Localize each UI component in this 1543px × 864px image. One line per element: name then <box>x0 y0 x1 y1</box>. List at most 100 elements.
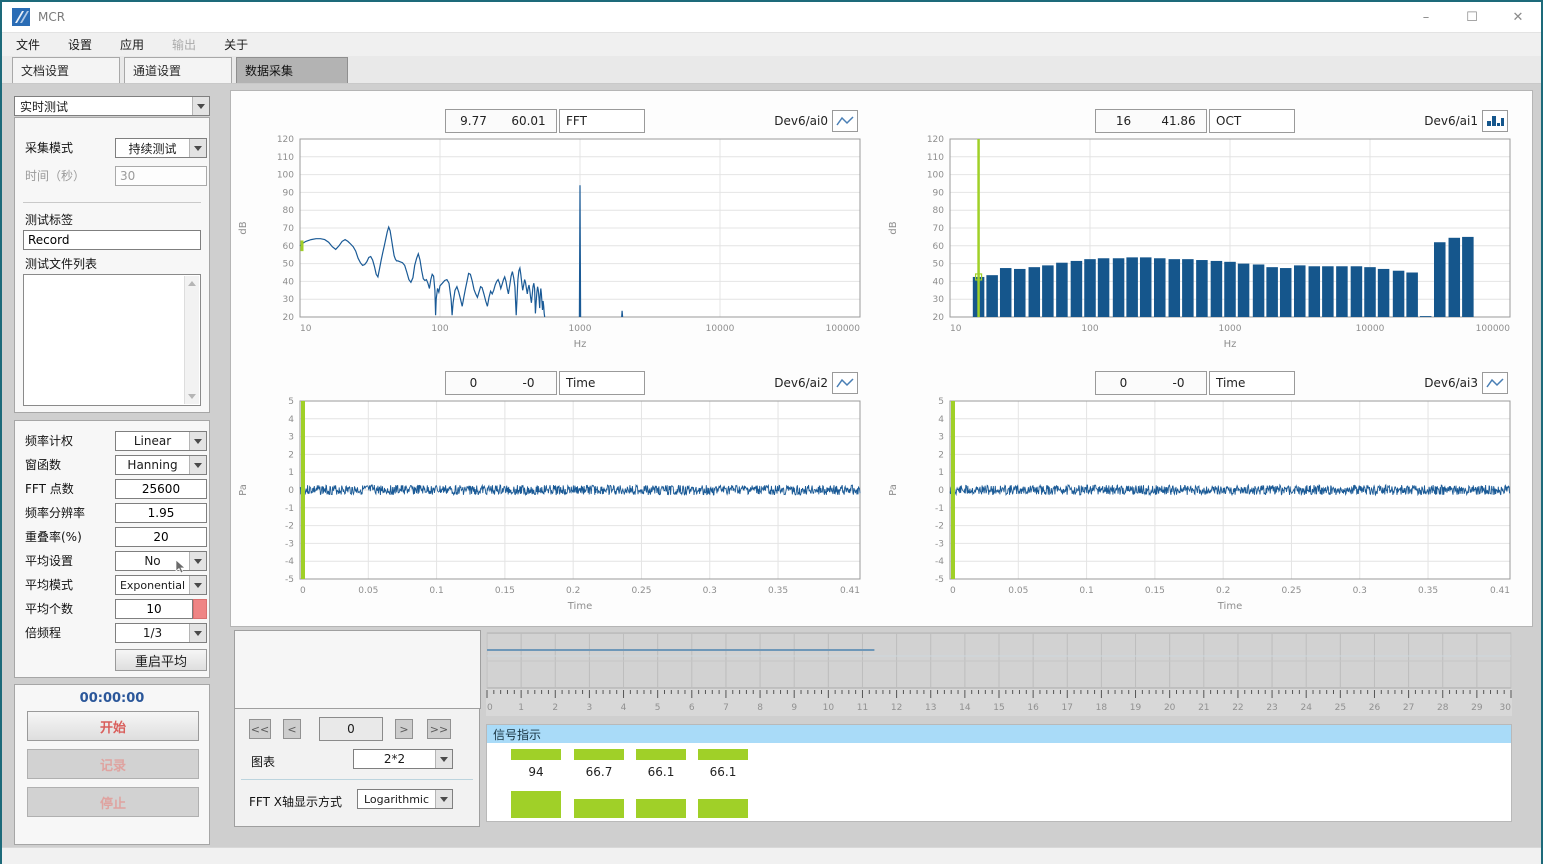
svg-text:0.3: 0.3 <box>1353 586 1367 596</box>
svg-text:-5: -5 <box>285 575 294 585</box>
svg-text:29: 29 <box>1471 703 1483 713</box>
svg-text:Pa: Pa <box>238 484 249 496</box>
tab-document-settings[interactable]: 文档设置 <box>12 57 120 83</box>
tab-channel-settings[interactable]: 通道设置 <box>124 57 232 83</box>
svg-text:0.3: 0.3 <box>703 586 717 596</box>
time-ai2-type-box[interactable]: Time <box>559 371 645 395</box>
avg-count-flag <box>193 599 207 619</box>
time-ai2-cursor-readout: 0 -0 <box>445 371 557 395</box>
line-chart-icon[interactable] <box>832 372 858 394</box>
nav-first-button[interactable]: << <box>249 719 271 739</box>
oct-type-box[interactable]: OCT <box>1209 109 1295 133</box>
signal-status-bar <box>636 799 686 818</box>
svg-text:100: 100 <box>927 171 944 181</box>
svg-text:20: 20 <box>283 313 295 323</box>
avg-count-label: 平均个数 <box>25 599 73 619</box>
avg-setting-select[interactable]: No <box>115 551 207 571</box>
oct-plot[interactable]: 2030405060708090100110120101001000100001… <box>882 135 1532 354</box>
svg-text:-2: -2 <box>935 522 944 532</box>
scroll-down-icon[interactable] <box>185 389 199 404</box>
freq-weighting-select[interactable]: Linear <box>115 431 207 451</box>
nav-last-button[interactable]: >> <box>427 719 451 739</box>
measure-mode-select[interactable]: 实时测试 <box>14 96 210 116</box>
chevron-down-icon <box>189 576 206 594</box>
file-list-label: 测试文件列表 <box>25 254 97 274</box>
nav-next-button[interactable]: > <box>395 719 413 739</box>
signal-panel-body: 94 66.7 66.1 66.1 <box>487 743 1511 822</box>
maximize-button[interactable]: ☐ <box>1449 2 1495 32</box>
time-seconds-input <box>115 166 207 186</box>
svg-text:30: 30 <box>1500 703 1512 713</box>
svg-text:100: 100 <box>1081 324 1098 334</box>
svg-text:Time: Time <box>567 601 592 612</box>
fft-plot[interactable]: 2030405060708090100110120101001000100001… <box>232 135 882 354</box>
time-ai3-plot[interactable]: -5-4-3-2-101234500.050.10.150.20.250.30.… <box>882 397 1532 616</box>
chevron-down-icon <box>189 139 206 157</box>
svg-text:22: 22 <box>1232 703 1243 713</box>
svg-text:40: 40 <box>933 277 945 287</box>
avg-count-input[interactable] <box>115 599 193 619</box>
svg-text:90: 90 <box>933 188 945 198</box>
svg-text:-1: -1 <box>935 504 944 514</box>
minimize-button[interactable]: – <box>1403 2 1449 32</box>
avg-mode-select[interactable]: Exponential <box>115 575 207 595</box>
chevron-down-icon <box>189 456 206 474</box>
status-strip <box>2 847 1541 864</box>
svg-text:1: 1 <box>938 468 944 478</box>
display-control-panel: << < 0 > >> 图表 2*2 FFT X轴显示方式 Logarithmi… <box>234 630 480 827</box>
svg-text:0: 0 <box>487 703 493 713</box>
svg-text:70: 70 <box>933 224 945 234</box>
svg-text:-3: -3 <box>285 539 294 549</box>
restart-average-button[interactable]: 重启平均 <box>115 649 207 671</box>
svg-text:30: 30 <box>283 295 295 305</box>
svg-text:0.05: 0.05 <box>1008 586 1028 596</box>
fft-type-box[interactable]: FFT <box>559 109 645 133</box>
fft-points-input[interactable] <box>115 479 207 499</box>
fft-xaxis-mode-select[interactable]: Logarithmic <box>357 789 453 809</box>
close-button[interactable]: ✕ <box>1495 2 1541 32</box>
svg-text:10: 10 <box>950 324 962 334</box>
nav-index-value[interactable]: 0 <box>319 717 383 741</box>
fft-points-label: FFT 点数 <box>25 479 74 499</box>
time-ai2-plot[interactable]: -5-4-3-2-101234500.050.10.150.20.250.30.… <box>232 397 882 616</box>
listbox-scrollbar[interactable] <box>184 276 199 404</box>
menu-application[interactable]: 应用 <box>106 36 158 53</box>
menu-output: 输出 <box>158 36 210 53</box>
chart-layout-label: 图表 <box>251 753 275 770</box>
signal-indicator-panel: 信号指示 94 66.7 66.1 66.1 <box>486 724 1512 822</box>
svg-text:12: 12 <box>891 703 902 713</box>
line-chart-icon[interactable] <box>832 110 858 132</box>
line-chart-icon[interactable] <box>1482 372 1508 394</box>
bar-chart-icon[interactable] <box>1482 110 1508 132</box>
octave-select[interactable]: 1/3 <box>115 623 207 643</box>
record-timeline[interactable]: 0123456789101112131415161718192021222324… <box>486 632 1512 716</box>
fft-channel-label: Dev6/ai0 <box>774 114 828 128</box>
time-ai3-type-box[interactable]: Time <box>1209 371 1295 395</box>
acq-mode-select[interactable]: 持续测试 <box>115 138 207 158</box>
menu-settings[interactable]: 设置 <box>54 36 106 53</box>
svg-text:0: 0 <box>938 486 944 496</box>
transport-group: 00:00:00 开始 记录 停止 <box>14 684 210 845</box>
svg-text:80: 80 <box>933 206 945 216</box>
scroll-up-icon[interactable] <box>185 276 199 291</box>
svg-text:100: 100 <box>431 324 448 334</box>
freq-resolution-input[interactable] <box>115 503 207 523</box>
menu-about[interactable]: 关于 <box>210 36 262 53</box>
test-label-label: 测试标签 <box>25 210 73 230</box>
time-chart-ai2: 0 -0 Time Dev6/ai2 -5-4-3-2-101234500.05… <box>232 371 882 616</box>
svg-text:0.35: 0.35 <box>1418 586 1438 596</box>
menu-file[interactable]: 文件 <box>2 36 54 53</box>
chart-layout-select[interactable]: 2*2 <box>353 749 453 769</box>
chevron-down-icon <box>192 97 209 115</box>
overlap-input[interactable] <box>115 527 207 547</box>
fft-chart: 9.77 60.01 FFT Dev6/ai0 2030405060708090… <box>232 109 882 354</box>
tab-data-acquisition[interactable]: 数据采集 <box>236 57 348 83</box>
record-button: 记录 <box>27 749 199 779</box>
fft-cursor-readout: 9.77 60.01 <box>445 109 557 133</box>
start-button[interactable]: 开始 <box>27 711 199 741</box>
test-file-listbox[interactable] <box>23 274 201 406</box>
window-func-select[interactable]: Hanning <box>115 455 207 475</box>
nav-prev-button[interactable]: < <box>283 719 301 739</box>
test-label-input[interactable] <box>23 230 201 250</box>
svg-text:-1: -1 <box>285 504 294 514</box>
